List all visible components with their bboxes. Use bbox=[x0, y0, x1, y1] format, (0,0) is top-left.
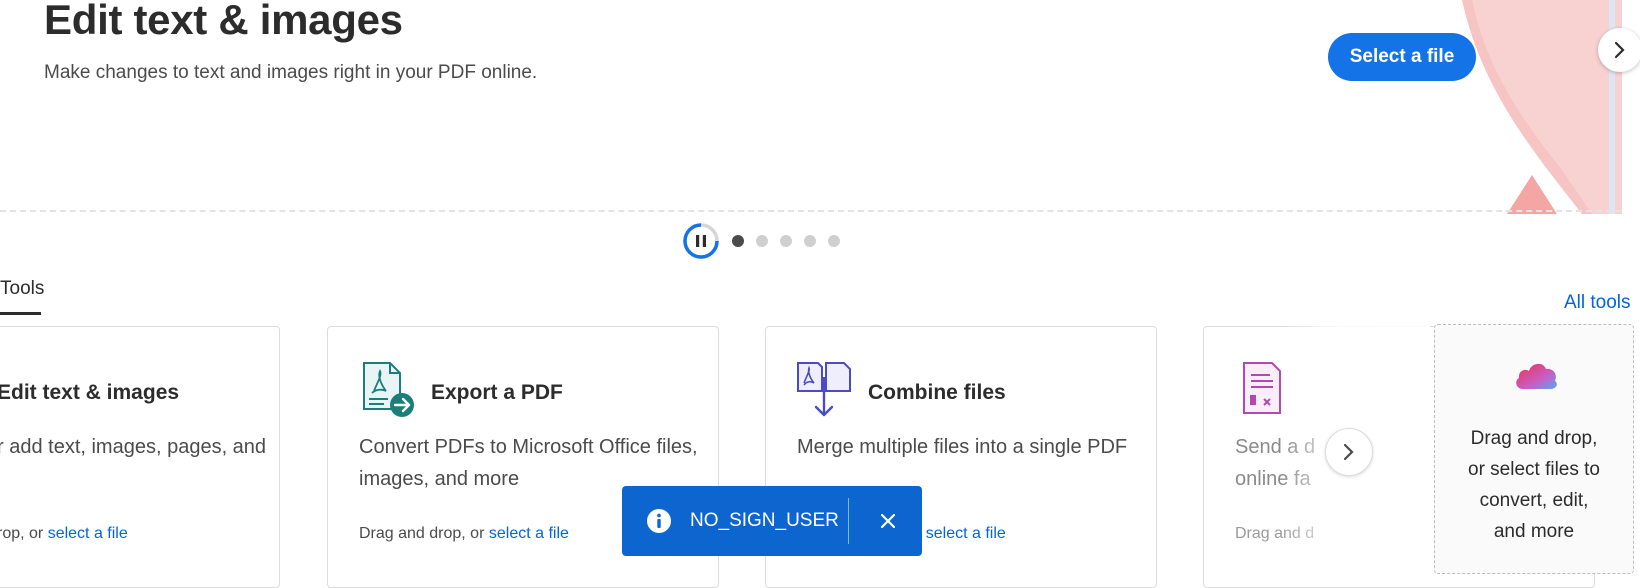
carousel-controls bbox=[682, 222, 840, 260]
select-file-link[interactable]: select a file bbox=[489, 525, 569, 542]
dropzone-line1: Drag and drop, bbox=[1470, 428, 1598, 449]
toast-divider bbox=[848, 498, 849, 544]
close-icon bbox=[881, 514, 895, 528]
card-title: Export a PDF bbox=[431, 381, 563, 404]
select-file-button[interactable]: Select a file bbox=[1328, 33, 1476, 81]
carousel-dot-3[interactable] bbox=[780, 235, 792, 247]
carousel-dot-2[interactable] bbox=[756, 235, 768, 247]
file-dropzone[interactable]: Drag and drop, or select files to conver… bbox=[1434, 324, 1634, 574]
chevron-right-icon bbox=[1343, 443, 1354, 461]
hero-divider bbox=[0, 210, 1622, 212]
hero-illustration bbox=[1462, 0, 1622, 214]
dropzone-line2: or select files to bbox=[1468, 459, 1600, 480]
card-footer-prefix: Drag and drop, or bbox=[359, 525, 485, 542]
carousel-pause-button[interactable] bbox=[682, 222, 720, 260]
all-tools-link[interactable]: All tools bbox=[1564, 292, 1631, 314]
card-description-line1: Convert PDFs to Microsoft Office files, bbox=[359, 436, 698, 458]
tab-active-indicator bbox=[0, 312, 41, 315]
carousel-dot-4[interactable] bbox=[804, 235, 816, 247]
carousel-dot-5[interactable] bbox=[828, 235, 840, 247]
card-description: Merge multiple files into a single PDF bbox=[797, 436, 1128, 458]
carousel-dot-1[interactable] bbox=[732, 235, 744, 247]
cards-next-button[interactable] bbox=[1325, 428, 1373, 476]
export-pdf-icon bbox=[363, 362, 414, 417]
toast-notification: NO_SIGN_USER bbox=[622, 486, 922, 556]
card-footer: rop, or select a file bbox=[0, 525, 128, 543]
card-footer: r select a file bbox=[916, 525, 1006, 543]
dropzone-line3: convert, edit, bbox=[1479, 490, 1589, 511]
info-icon bbox=[647, 509, 671, 533]
tab-tools[interactable]: Tools bbox=[0, 278, 44, 300]
card-title: Edit text & images bbox=[0, 381, 180, 404]
card-footer: Drag and drop, or select a file bbox=[359, 525, 569, 543]
toast-close-button[interactable] bbox=[870, 503, 906, 539]
tool-card-edit[interactable]: Edit text & images r add text, images, p… bbox=[0, 326, 280, 588]
select-file-link[interactable]: r select a file bbox=[916, 525, 1006, 542]
hero-title: Edit text & images bbox=[44, 0, 403, 43]
dropzone-text: Drag and drop, or select files to conver… bbox=[1435, 423, 1633, 547]
card-description: r add text, images, pages, and bbox=[0, 436, 267, 458]
hero-next-button[interactable] bbox=[1598, 28, 1640, 72]
select-file-link[interactable]: select a file bbox=[48, 525, 128, 542]
card-footer-prefix: rop, or bbox=[0, 525, 44, 542]
combine-files-icon bbox=[797, 362, 851, 417]
chevron-right-icon bbox=[1614, 41, 1625, 59]
pause-icon bbox=[683, 223, 719, 259]
toast-message: NO_SIGN_USER bbox=[690, 510, 839, 531]
hero-subtitle: Make changes to text and images right in… bbox=[44, 62, 538, 83]
card-title: Combine files bbox=[868, 381, 1006, 404]
dropzone-line4: and more bbox=[1493, 521, 1575, 542]
cloud-icon bbox=[1516, 363, 1557, 389]
